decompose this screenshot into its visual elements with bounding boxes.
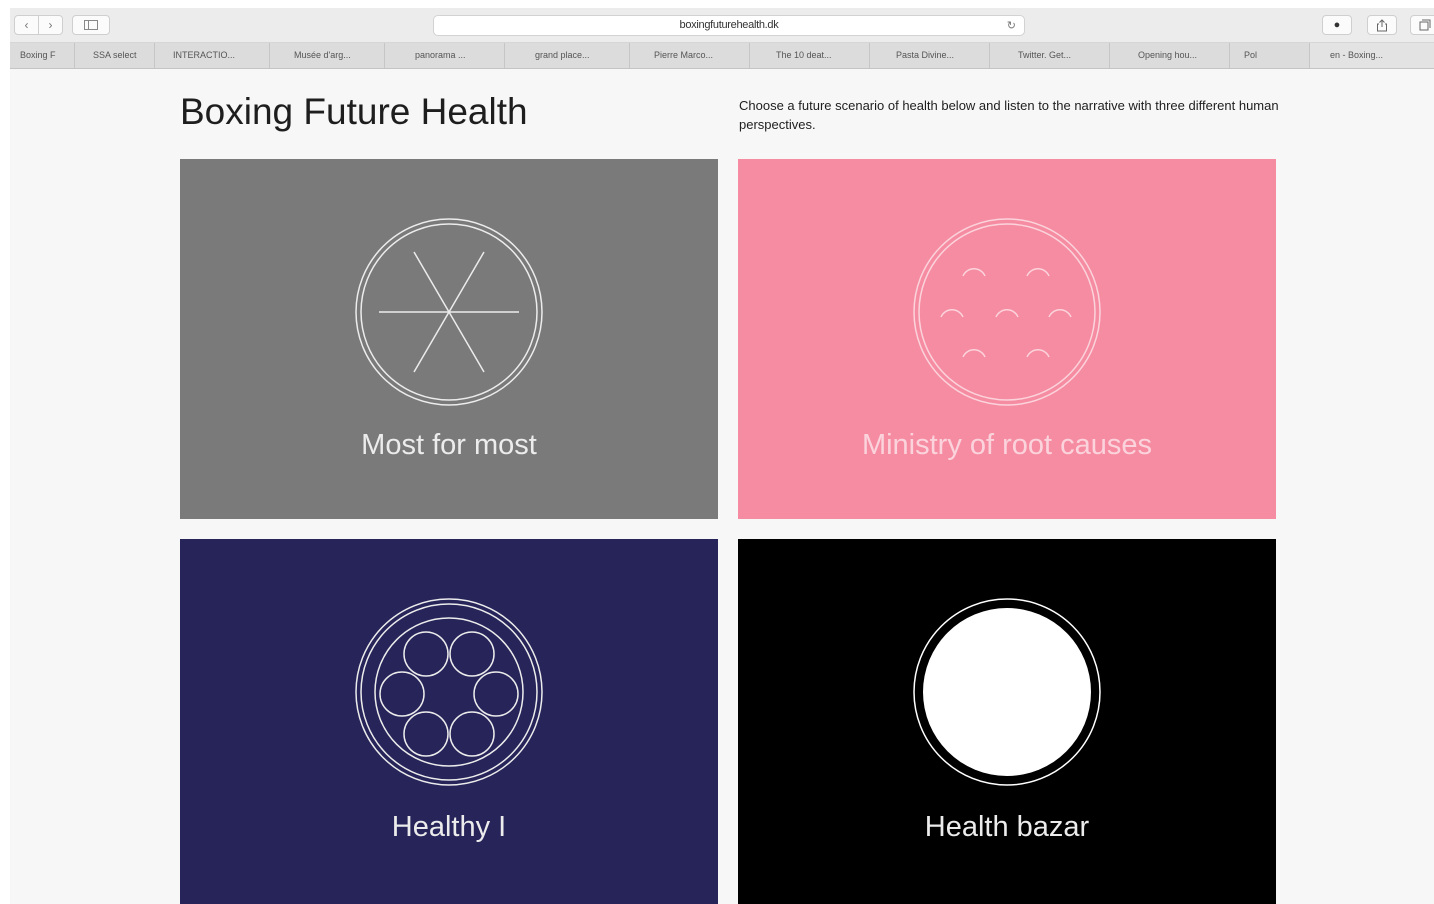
sidebar-icon [84, 20, 98, 30]
reload-icon[interactable]: ↻ [1007, 19, 1016, 32]
bookmark-item[interactable]: Pol [1230, 43, 1310, 68]
scenario-card-health-bazar[interactable]: Health bazar [738, 539, 1276, 904]
bookmark-item[interactable]: The 10 deat... [750, 43, 870, 68]
filled-circle-icon [913, 598, 1101, 786]
scenario-card-ministry-of-root-causes[interactable]: Ministry of root causes [738, 159, 1276, 519]
bookmark-item[interactable]: SSA select [75, 43, 155, 68]
address-bar[interactable]: boxingfuturehealth.dk ↻ [433, 15, 1025, 36]
bookmark-item[interactable]: INTERACTIO... [155, 43, 270, 68]
arcs-circle-icon [913, 218, 1101, 406]
page-content: Boxing Future Health Choose a future sce… [10, 69, 1434, 904]
spokes-circle-icon [355, 218, 543, 406]
bookmark-item[interactable]: Opening hou... [1110, 43, 1230, 68]
scenario-card-healthy-i[interactable]: Healthy I [180, 539, 718, 904]
scenario-label: Ministry of root causes [861, 429, 1153, 461]
scenario-card-most-for-most[interactable]: Most for most [180, 159, 718, 519]
forward-button[interactable]: › [38, 15, 63, 35]
bookmark-item[interactable]: Pierre Marco... [630, 43, 750, 68]
page-title: Boxing Future Health [180, 91, 528, 132]
bookmark-item[interactable]: grand place... [505, 43, 630, 68]
browser-toolbar: ‹ › boxingfuturehealth.dk ↻ ● [10, 8, 1434, 43]
tabs-overview-button[interactable] [1410, 15, 1434, 35]
bookmark-item[interactable]: Pasta Divine... [870, 43, 990, 68]
browser-window: ‹ › boxingfuturehealth.dk ↻ ● Boxing F S… [10, 8, 1434, 904]
bookmarks-bar: Boxing F SSA select INTERACTIO... Musée … [10, 43, 1434, 69]
bookmark-item[interactable]: Boxing F [10, 43, 75, 68]
ring-of-circles-icon [355, 598, 543, 786]
sidebar-toggle-button[interactable] [72, 15, 110, 35]
tabs-icon [1419, 19, 1431, 31]
chevron-right-icon: › [48, 18, 53, 32]
info-button[interactable]: ● [1322, 15, 1352, 35]
chevron-left-icon: ‹ [24, 18, 29, 32]
intro-text: Choose a future scenario of health below… [739, 98, 1279, 132]
share-button[interactable] [1367, 15, 1397, 35]
url-text: boxingfuturehealth.dk [679, 19, 779, 31]
info-icon: ● [1333, 19, 1341, 31]
bookmark-item[interactable]: Twitter. Get... [990, 43, 1110, 68]
scenario-label: Healthy I [391, 811, 507, 843]
back-button[interactable]: ‹ [14, 15, 39, 35]
share-icon [1377, 18, 1387, 31]
bookmark-item[interactable]: en - Boxing... [1310, 43, 1434, 68]
bookmark-item[interactable]: Musée d'arg... [270, 43, 385, 68]
scenario-label: Health bazar [924, 811, 1090, 843]
bookmark-item[interactable]: panorama ... [385, 43, 505, 68]
scenario-label: Most for most [361, 429, 537, 461]
